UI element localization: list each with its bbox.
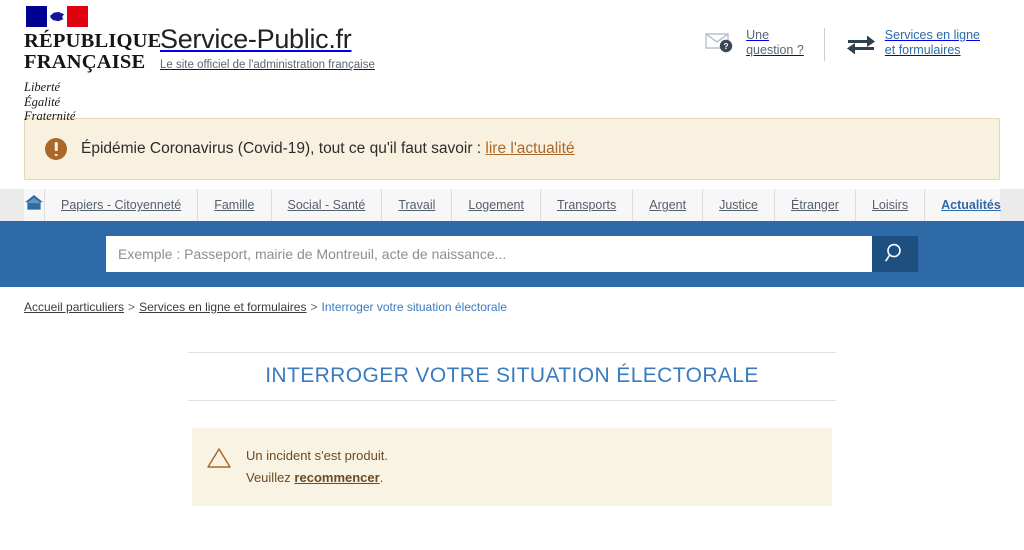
question-link[interactable]: ? Une question ?: [684, 28, 824, 59]
home-icon: [24, 194, 44, 216]
site-title-link[interactable]: Service-Public.fr Le site officiel de l'…: [160, 24, 375, 71]
nav-item-label: Justice: [719, 198, 759, 212]
nav-item-label: Argent: [649, 198, 687, 212]
devise-fraternite: Fraternité: [24, 109, 76, 123]
search-form: [106, 236, 918, 272]
error-line-2: Veuillez recommencer.: [246, 467, 388, 489]
alert-exclamation-icon: [45, 138, 67, 160]
covid-banner-message: Épidémie Coronavirus (Covid-19), tout ce…: [81, 140, 486, 157]
envelope-question-icon: ?: [704, 30, 738, 59]
nav-item-loisirs[interactable]: Loisirs: [856, 189, 926, 221]
nav-item-logement[interactable]: Logement: [452, 189, 541, 221]
breadcrumb-item-2[interactable]: Services en ligne et formulaires: [139, 300, 306, 314]
site-name: Service-Public.fr: [160, 24, 352, 54]
french-flag-icon: [26, 6, 89, 27]
services-line-1: Services en ligne: [884, 28, 980, 42]
services-labels: Services en ligne et formulaires: [885, 28, 980, 58]
breadcrumb-item-3[interactable]: Interroger votre situation électorale: [322, 300, 507, 314]
nav-item-label: Famille: [214, 198, 255, 212]
services-line-2: et formulaires: [884, 43, 961, 57]
nav-item-travail[interactable]: Travail: [382, 189, 453, 221]
nav-item-tranger[interactable]: Étranger: [775, 189, 856, 221]
devise-liberte: Liberté: [24, 80, 61, 94]
warning-triangle-icon: [206, 446, 232, 475]
nav-item-label: Actualités: [941, 198, 1001, 212]
question-labels: Une question ?: [746, 28, 804, 58]
breadcrumb: Accueil particuliers > Services en ligne e…: [0, 287, 1024, 314]
search-submit-button[interactable]: [872, 236, 918, 272]
nav-item-social-sant[interactable]: Social - Santé: [272, 189, 383, 221]
nav-item-label: Social - Santé: [287, 198, 366, 212]
devise-egalite: Égalité: [24, 94, 61, 109]
nav-item-transports[interactable]: Transports: [541, 189, 634, 221]
breadcrumb-item-1[interactable]: Accueil particuliers: [24, 300, 124, 314]
republique-line-2: FRANÇAISE: [24, 51, 146, 73]
error-line-1: Un incident s'est produit.: [246, 448, 388, 463]
breadcrumb-separator: >: [128, 300, 136, 314]
search-input[interactable]: [106, 236, 872, 272]
search-band: [0, 221, 1024, 287]
nav-item-actualit-s[interactable]: Actualités: [925, 189, 1017, 221]
services-en-ligne-link[interactable]: Services en ligne et formulaires: [823, 28, 1000, 61]
covid-banner-link[interactable]: lire l'actualité: [485, 140, 574, 157]
nav-item-label: Étranger: [791, 198, 839, 212]
nav-item-papiers-citoyennet[interactable]: Papiers - Citoyenneté: [45, 189, 199, 221]
republique-line-1: RÉPUBLIQUE: [24, 30, 162, 52]
question-line-1: Une: [746, 28, 770, 42]
error-line-2-suffix: .: [379, 470, 384, 485]
svg-text:?: ?: [724, 41, 729, 51]
covid-banner-wrapper: Épidémie Coronavirus (Covid-19), tout ce…: [0, 110, 1024, 180]
page-title: INTERROGER VOTRE SITUATION ÉLECTORALE: [188, 352, 836, 401]
nav-item-argent[interactable]: Argent: [633, 189, 704, 221]
devise-block: Liberté Égalité Fraternité: [24, 80, 112, 124]
nav-item-label: Papiers - Citoyenneté: [61, 198, 182, 212]
nav-item-justice[interactable]: Justice: [703, 189, 776, 221]
nav-item-label: Logement: [468, 198, 524, 212]
marianne-logo: RÉPUBLIQUE FRANÇAISE Liberté Égalité Fra…: [24, 6, 162, 124]
covid-banner-text: Épidémie Coronavirus (Covid-19), tout ce…: [81, 140, 575, 158]
nav-item-famille[interactable]: Famille: [198, 189, 272, 221]
breadcrumb-separator: >: [310, 300, 318, 314]
main-nav-outer: Papiers - Citoyenneté Famille Social - San…: [0, 189, 1024, 221]
error-message-box: Un incident s'est produit. Veuillez reco…: [192, 428, 832, 506]
nav-home-button[interactable]: [24, 189, 45, 221]
site-tagline: Le site officiel de l'administration fra…: [160, 59, 375, 71]
main-navigation: Papiers - Citoyenneté Famille Social - San…: [24, 189, 1001, 221]
retry-link[interactable]: recommencer: [294, 470, 379, 485]
brand-block: RÉPUBLIQUE FRANÇAISE Liberté Égalité Fra…: [24, 6, 162, 124]
covid-alert-banner: Épidémie Coronavirus (Covid-19), tout ce…: [24, 118, 1000, 180]
question-line-2: question ?: [746, 43, 804, 57]
header-tools: ? Une question ? Services en ligne et fo…: [684, 28, 1000, 61]
nav-item-label: Travail: [398, 198, 436, 212]
error-line-2-prefix: Veuillez: [246, 470, 295, 485]
error-text-lines: Un incident s'est produit. Veuillez reco…: [246, 445, 388, 489]
nav-item-label: Transports: [556, 198, 617, 212]
nav-item-label: Loisirs: [871, 198, 909, 212]
main-content: INTERROGER VOTRE SITUATION ÉLECTORALE Un…: [0, 314, 1024, 506]
exchange-arrows-icon: [845, 32, 877, 61]
search-icon: [884, 242, 906, 267]
site-header: RÉPUBLIQUE FRANÇAISE Liberté Égalité Fra…: [0, 0, 1024, 123]
